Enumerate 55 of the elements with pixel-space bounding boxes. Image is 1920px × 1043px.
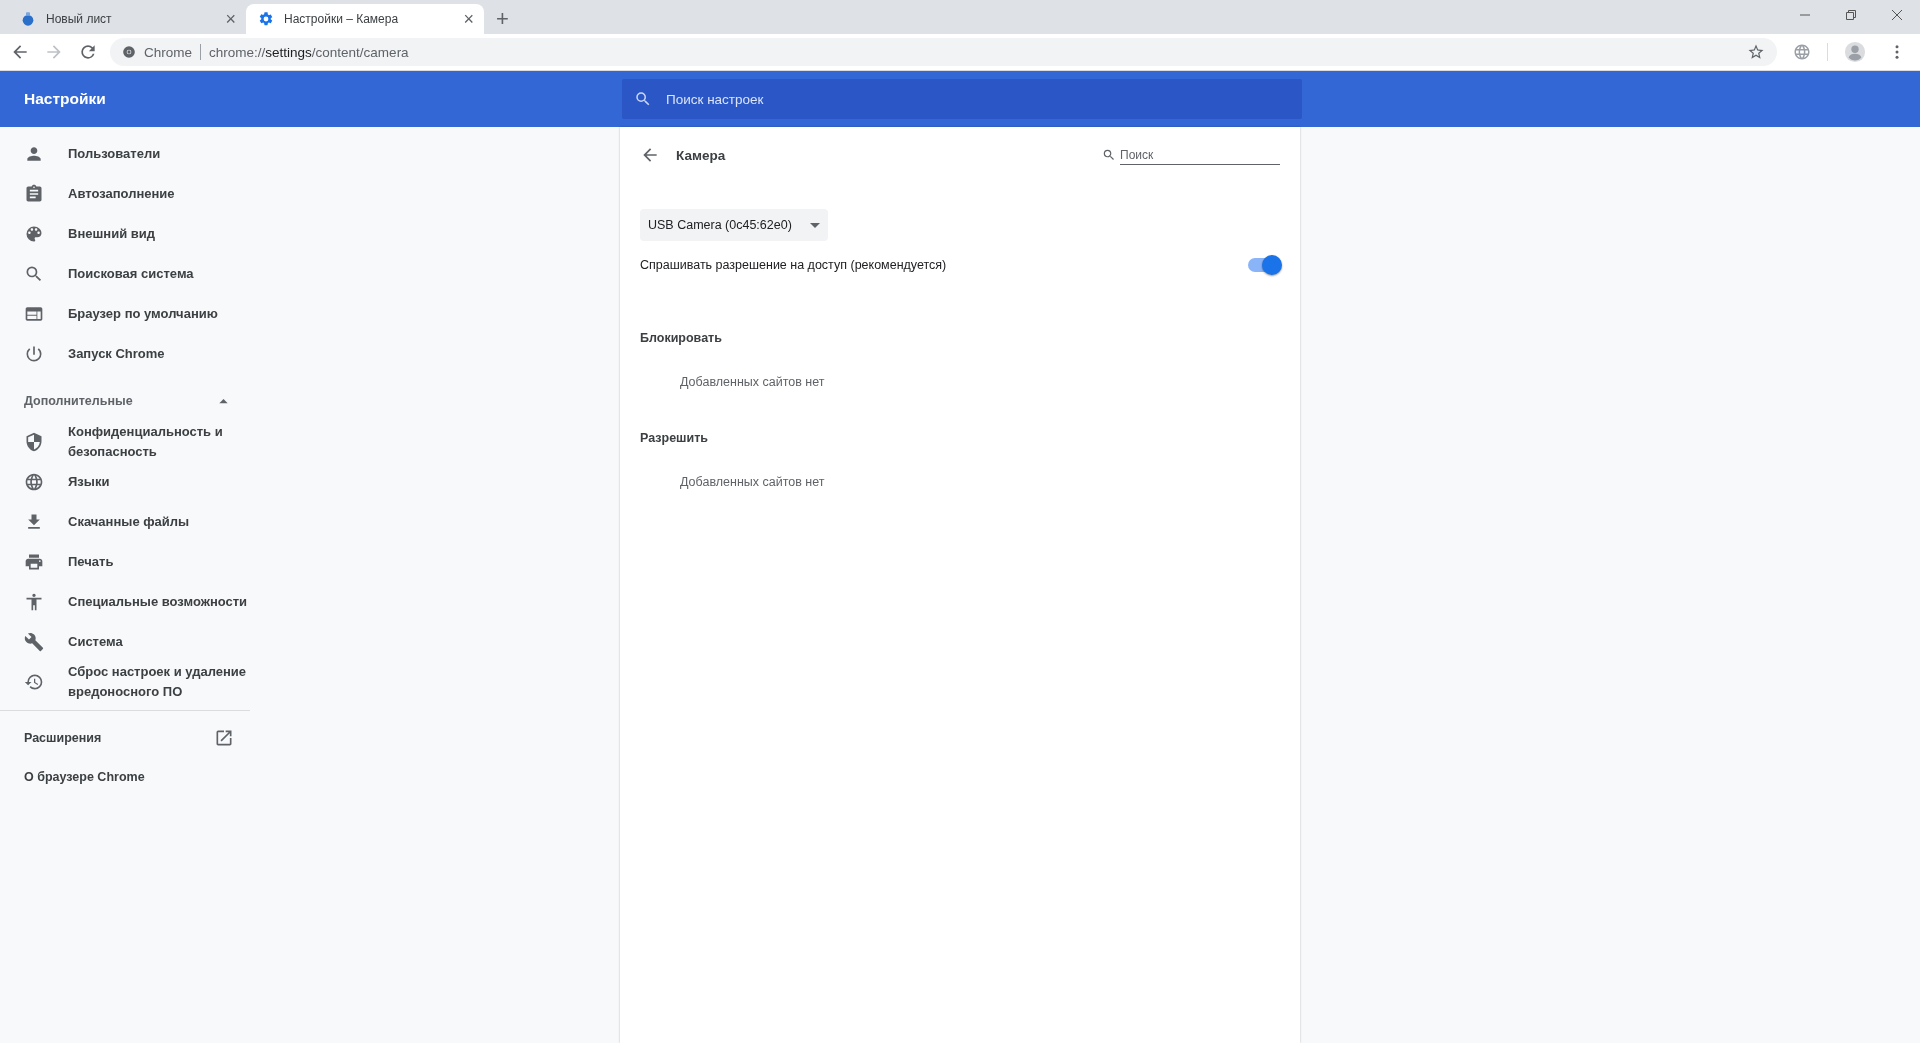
about-chrome-link[interactable]: О браузере Chrome: [0, 757, 145, 797]
caret-icon: [809, 222, 820, 228]
wrench-icon: [24, 632, 44, 652]
sidebar-item[interactable]: Языки: [0, 462, 250, 502]
toggle-switch[interactable]: [1248, 258, 1280, 272]
accessibility-icon: [24, 592, 44, 612]
search-icon: [24, 264, 44, 284]
palette-icon: [24, 224, 44, 244]
sidebar-item[interactable]: Пользователи: [0, 134, 250, 174]
shield-icon: [24, 432, 44, 452]
address-bar[interactable]: Chrome chrome://settings/content/camera: [110, 38, 1777, 66]
empty-list-message: Добавленных сайтов нет: [680, 475, 825, 489]
camera-dropdown[interactable]: USB Camera (0c45:62e0): [640, 209, 828, 241]
empty-list-message: Добавленных сайтов нет: [680, 375, 825, 389]
section-heading: Разрешить: [640, 431, 708, 445]
sidebar-item[interactable]: Сброс настроек и удаление вредоносного ПО: [0, 662, 250, 702]
page-title: Камера: [676, 147, 726, 163]
browser-tab[interactable]: Новый лист ×: [8, 4, 246, 34]
globe-icon: [24, 472, 44, 492]
site-label: Chrome: [144, 44, 192, 60]
tab-title: Настройки – Камера: [284, 12, 400, 26]
tab-title: Новый лист: [46, 12, 113, 26]
sidebar-item[interactable]: Браузер по умолчанию: [0, 294, 250, 334]
url-text: chrome://settings/content/camera: [209, 44, 409, 60]
external-link-icon: [214, 728, 234, 748]
section-heading: Блокировать: [640, 331, 722, 345]
settings-search-field[interactable]: Поиск настроек: [622, 79, 1302, 119]
close-tab-button[interactable]: ×: [225, 10, 236, 28]
close-tab-button[interactable]: ×: [463, 10, 474, 28]
sidebar-item[interactable]: Специальные возможности: [0, 582, 250, 622]
sidebar-item[interactable]: Автозаполнение: [0, 174, 250, 214]
browser-window-icon: [24, 304, 44, 324]
extensions-link[interactable]: Расширения: [0, 719, 250, 757]
printer-icon: [24, 552, 44, 572]
sidebar-item[interactable]: Система: [0, 622, 250, 662]
search-field[interactable]: Поиск: [1102, 145, 1280, 165]
advanced-section-toggle[interactable]: Дополнительные: [0, 380, 250, 422]
sidebar-item[interactable]: Конфиденциальность и безопасность: [0, 422, 250, 462]
search-icon: [1102, 148, 1116, 162]
settings-icon: [258, 11, 274, 27]
settings-title: Настройки: [23, 90, 107, 108]
browser-tab[interactable]: Настройки – Камера ×: [246, 4, 484, 34]
sidebar-item[interactable]: Внешний вид: [0, 214, 250, 254]
sidebar-item[interactable]: Поисковая система: [0, 254, 250, 294]
chrome-logo-icon: [122, 45, 136, 59]
power-icon: [24, 344, 44, 364]
sidebar-item[interactable]: Запуск Chrome: [0, 334, 250, 374]
search-icon: [634, 90, 652, 108]
clipboard-icon: [24, 184, 44, 204]
new-tab-button[interactable]: +: [496, 8, 509, 30]
setting-label: Спрашивать разрешение на доступ (рекомендуется): [640, 258, 947, 272]
history-icon: [24, 672, 44, 692]
sidebar-item[interactable]: Скачанные файлы: [0, 502, 250, 542]
star-icon[interactable]: [1747, 43, 1765, 61]
sidebar-item[interactable]: Печать: [0, 542, 250, 582]
